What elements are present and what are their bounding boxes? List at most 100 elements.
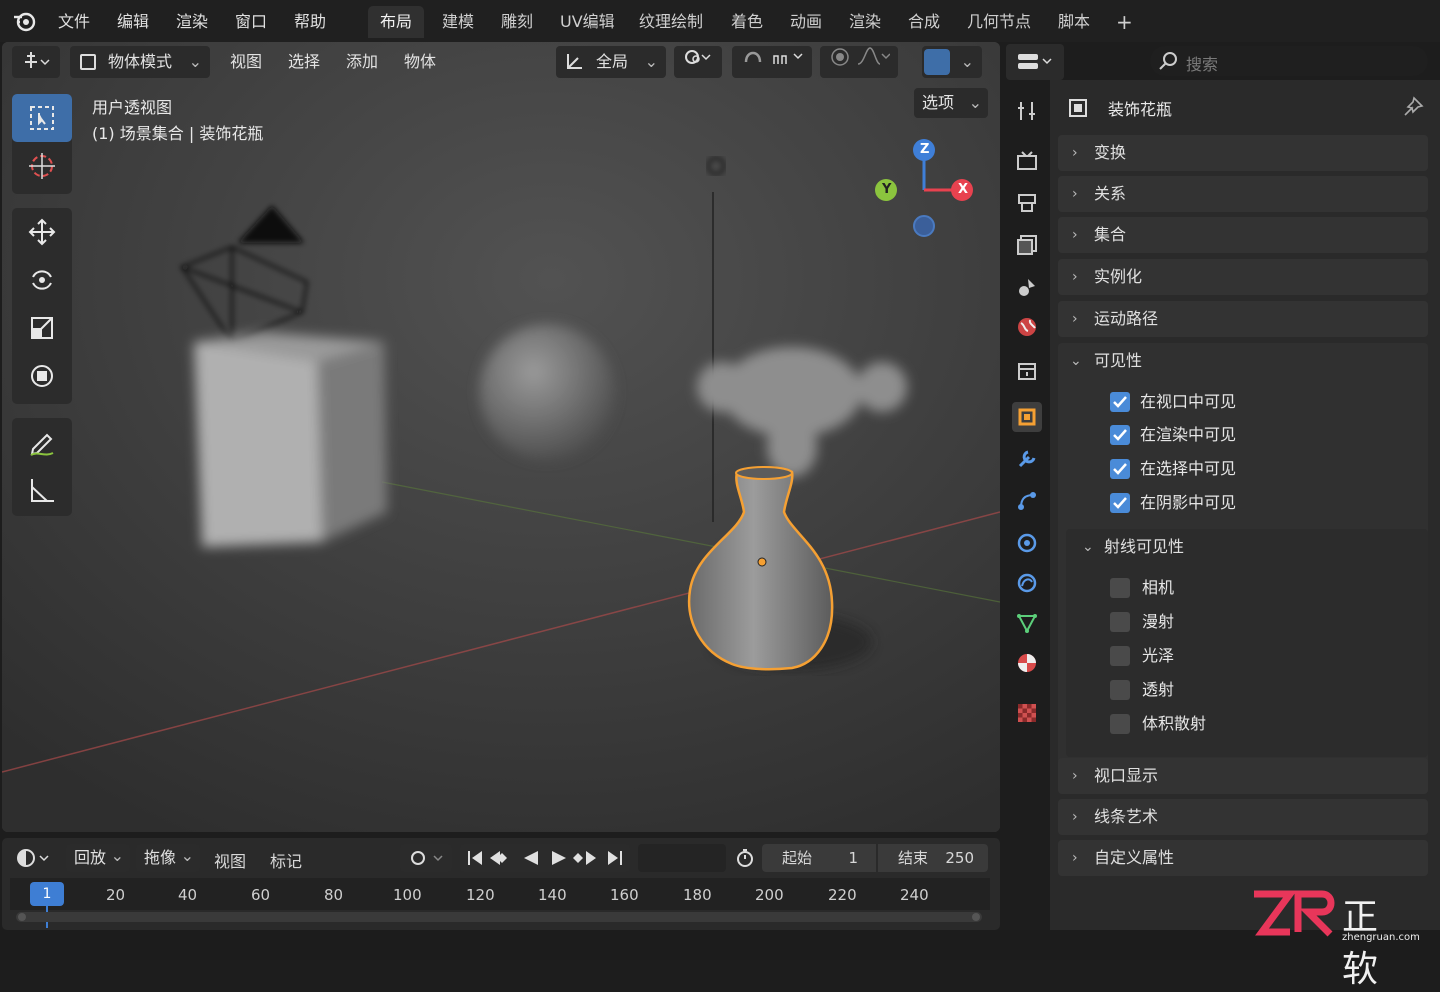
panel-custom-properties[interactable]: › 自定义属性 bbox=[1058, 840, 1428, 876]
checkbox-unchecked[interactable] bbox=[1110, 578, 1130, 598]
tool-cursor[interactable] bbox=[12, 142, 72, 190]
panel-line-art[interactable]: › 线条艺术 bbox=[1058, 799, 1428, 835]
check-ray-glossy[interactable]: 光泽 bbox=[1110, 641, 1174, 671]
panel-transform[interactable]: › 变换 bbox=[1058, 135, 1428, 171]
timeline-editor-type-button[interactable] bbox=[14, 844, 54, 872]
keying-menu[interactable]: 拖像 ⌄ bbox=[136, 844, 200, 872]
tab-scripting[interactable]: 脚本 bbox=[1046, 6, 1102, 38]
check-visible-viewport[interactable]: 在视口中可见 bbox=[1110, 387, 1236, 417]
check-visible-shadow[interactable]: 在阴影中可见 bbox=[1110, 488, 1236, 518]
start-frame-field[interactable]: 起始 1 bbox=[762, 844, 876, 872]
render-tab-icon[interactable] bbox=[1012, 146, 1042, 176]
check-ray-volume-scatter[interactable]: 体积散射 bbox=[1110, 709, 1206, 739]
snap-button[interactable] bbox=[732, 46, 812, 78]
check-ray-diffuse[interactable]: 漫射 bbox=[1110, 607, 1174, 637]
texture-tab-icon[interactable] bbox=[1012, 698, 1042, 728]
scrollbar-handle-right[interactable] bbox=[972, 913, 980, 921]
view-layer-tab-icon[interactable] bbox=[1012, 230, 1042, 260]
tab-layout[interactable]: 布局 bbox=[368, 6, 425, 38]
tool-settings-tab-icon[interactable] bbox=[1012, 96, 1042, 126]
tool-scale[interactable] bbox=[12, 304, 72, 352]
checkbox-unchecked[interactable] bbox=[1110, 612, 1130, 632]
properties-editor-type-button[interactable] bbox=[1006, 44, 1064, 80]
checkbox-checked[interactable] bbox=[1110, 425, 1130, 445]
tab-shading[interactable]: 着色 bbox=[719, 6, 775, 38]
tab-sculpting[interactable]: 雕刻 bbox=[489, 6, 545, 38]
tab-compositing[interactable]: 合成 bbox=[896, 6, 952, 38]
current-frame-indicator[interactable]: 1 bbox=[30, 882, 64, 906]
tab-modeling[interactable]: 建模 bbox=[430, 6, 486, 38]
output-tab-icon[interactable] bbox=[1012, 188, 1042, 218]
menu-help[interactable]: 帮助 bbox=[294, 8, 326, 32]
proportional-editing-button[interactable] bbox=[820, 46, 898, 78]
tab-geometry-nodes[interactable]: 几何节点 bbox=[955, 6, 1043, 38]
tool-select-box[interactable] bbox=[12, 94, 72, 142]
options-dropdown[interactable]: 选项 ⌄ bbox=[914, 88, 988, 118]
auto-keying-button[interactable] bbox=[400, 844, 452, 872]
frame-field-empty[interactable] bbox=[638, 844, 726, 872]
tool-annotate[interactable] bbox=[12, 418, 72, 466]
checkbox-unchecked[interactable] bbox=[1110, 646, 1130, 666]
3d-viewport[interactable]: 用户透视图 (1) 场景集合 | 装饰花瓶 Z Y X bbox=[2, 42, 1000, 832]
stopwatch-icon[interactable] bbox=[732, 844, 758, 872]
tab-uv-editing[interactable]: UV编辑 bbox=[548, 6, 627, 38]
gizmo-toggle-button[interactable]: ⌄ bbox=[922, 46, 982, 78]
tool-measure[interactable] bbox=[12, 466, 72, 514]
checkbox-unchecked[interactable] bbox=[1110, 714, 1130, 734]
timeline-scrollbar[interactable] bbox=[16, 912, 982, 922]
timeline-marker-menu[interactable]: 标记 bbox=[270, 848, 302, 872]
menu-render[interactable]: 渲染 bbox=[176, 8, 208, 32]
menu-window[interactable]: 窗口 bbox=[235, 8, 267, 32]
mode-selector[interactable]: 物体模式 ⌄ bbox=[70, 46, 210, 78]
panel-viewport-display[interactable]: › 视口显示 bbox=[1058, 758, 1428, 794]
checkbox-checked[interactable] bbox=[1110, 392, 1130, 412]
particles-tab-icon[interactable] bbox=[1012, 486, 1042, 516]
modifier-tab-icon[interactable] bbox=[1012, 444, 1042, 474]
data-tab-icon[interactable] bbox=[1012, 608, 1042, 638]
menu-select[interactable]: 选择 bbox=[280, 46, 328, 78]
timeline-view-menu[interactable]: 视图 bbox=[214, 848, 246, 872]
tab-animation[interactable]: 动画 bbox=[778, 6, 834, 38]
scrollbar-handle-left[interactable] bbox=[18, 913, 26, 921]
object-tab-icon[interactable] bbox=[1012, 402, 1042, 432]
subpanel-ray-visibility-header[interactable]: ⌄ 射线可见性 bbox=[1066, 529, 1428, 565]
menu-view[interactable]: 视图 bbox=[222, 46, 270, 78]
end-frame-field[interactable]: 结束 250 bbox=[878, 844, 988, 872]
check-visible-render[interactable]: 在渲染中可见 bbox=[1110, 420, 1236, 450]
check-ray-transmission[interactable]: 透射 bbox=[1110, 675, 1174, 705]
collection-tab-icon[interactable] bbox=[1012, 356, 1042, 386]
scene-tab-icon[interactable] bbox=[1012, 272, 1042, 302]
checkbox-unchecked[interactable] bbox=[1110, 680, 1130, 700]
menu-file[interactable]: 文件 bbox=[58, 8, 90, 32]
menu-edit[interactable]: 编辑 bbox=[117, 8, 149, 32]
properties-search-field[interactable]: 搜索 bbox=[1150, 46, 1428, 76]
panel-collections[interactable]: › 集合 bbox=[1058, 217, 1428, 253]
checkbox-checked[interactable] bbox=[1110, 459, 1130, 479]
tool-move[interactable] bbox=[12, 208, 72, 256]
pin-icon[interactable] bbox=[1402, 96, 1424, 122]
material-tab-icon[interactable] bbox=[1012, 648, 1042, 678]
panel-relations[interactable]: › 关系 bbox=[1058, 176, 1428, 212]
check-ray-camera[interactable]: 相机 bbox=[1110, 573, 1174, 603]
tool-transform[interactable] bbox=[12, 352, 72, 400]
editor-type-button[interactable] bbox=[12, 46, 60, 78]
constraints-tab-icon[interactable] bbox=[1012, 568, 1042, 598]
pivot-point-button[interactable] bbox=[674, 46, 722, 78]
panel-visibility-header[interactable]: ⌄ 可见性 bbox=[1058, 343, 1428, 379]
panel-motion-paths[interactable]: › 运动路径 bbox=[1058, 301, 1428, 337]
world-tab-icon[interactable] bbox=[1012, 312, 1042, 342]
checkbox-checked[interactable] bbox=[1110, 493, 1130, 513]
object-name-field[interactable]: 装饰花瓶 bbox=[1108, 96, 1172, 120]
check-visible-selection[interactable]: 在选择中可见 bbox=[1110, 454, 1236, 484]
transform-orientation-selector[interactable]: 全局 ⌄ bbox=[556, 46, 666, 78]
tab-rendering[interactable]: 渲染 bbox=[837, 6, 893, 38]
tab-texture-paint[interactable]: 纹理绘制 bbox=[627, 6, 715, 38]
add-workspace-button[interactable]: + bbox=[1104, 6, 1145, 38]
blender-logo-icon[interactable] bbox=[12, 8, 38, 38]
panel-instancing[interactable]: › 实例化 bbox=[1058, 259, 1428, 295]
menu-object[interactable]: 物体 bbox=[396, 46, 444, 78]
playback-menu[interactable]: 回放 ⌄ bbox=[66, 844, 130, 872]
menu-add[interactable]: 添加 bbox=[338, 46, 386, 78]
tool-rotate[interactable] bbox=[12, 256, 72, 304]
physics-tab-icon[interactable] bbox=[1012, 528, 1042, 558]
